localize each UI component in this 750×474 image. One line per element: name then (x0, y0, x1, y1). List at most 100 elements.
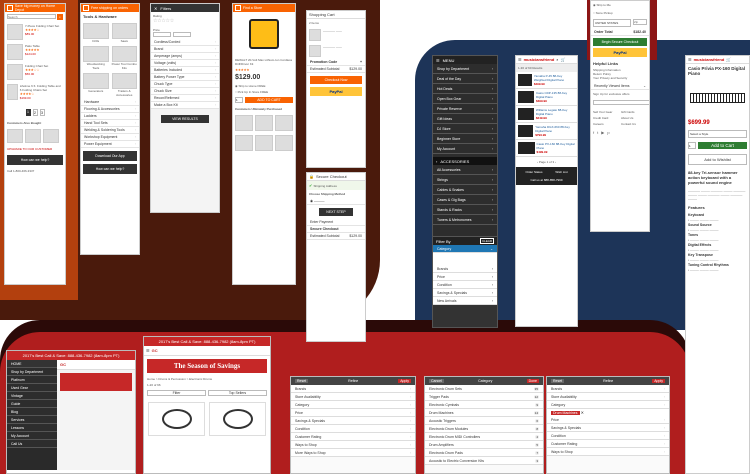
refine-item[interactable]: Customer Rating › (291, 433, 415, 441)
upgrade-link[interactable]: UPGRADE TO OUR CUSTOMER (5, 145, 65, 153)
store-option[interactable]: ○ Store Pickup (591, 9, 649, 17)
product-thumbnail[interactable] (235, 115, 253, 131)
download-app-button[interactable]: Download Our App (83, 151, 137, 161)
submenu-item[interactable]: Tuners & Metronomes › (433, 215, 497, 225)
menu-item[interactable]: Services (7, 416, 57, 424)
list-item[interactable]: Yamaha P-45 88-Key Weighted Digital Pian… (516, 72, 577, 89)
back-icon[interactable]: ‹ (436, 159, 437, 164)
reset-button[interactable]: Reset (295, 379, 309, 383)
filter-item[interactable]: Chuck Type › (151, 81, 219, 88)
quantity-field[interactable] (688, 142, 696, 149)
list-item[interactable]: Power Equipment › (81, 141, 139, 148)
promo-banner[interactable]: 2017's Best Call & Save: 888-436-7982 (8… (144, 337, 270, 346)
footer-link[interactable]: About Us (621, 116, 647, 120)
apply-button[interactable]: Apply (398, 379, 411, 383)
refine-item[interactable]: Ways to Shop › (291, 441, 415, 449)
footer-link[interactable]: Credit Card (593, 116, 619, 120)
menu-item[interactable]: Open Box Gear › (433, 94, 497, 104)
list-item[interactable]: Lifetime 6 ft. Folding Table and 6 Foldi… (7, 84, 63, 100)
category-item[interactable]: Acoustic to Electric Conversion Kits 3 (425, 457, 543, 465)
filter-item[interactable]: Category ⌄ (433, 245, 497, 253)
product-thumbnail[interactable] (255, 115, 273, 131)
category-item[interactable]: Drum Amplifiers 5 (425, 441, 543, 449)
prev-icon[interactable]: ‹ (537, 160, 538, 164)
call-text[interactable]: Call us at 888-858-7999 (519, 178, 574, 182)
item-title[interactable]: Casio PX-160 88-Key Digital Piano (537, 142, 575, 150)
product-thumbnail[interactable] (255, 135, 273, 151)
payment-section[interactable]: Enter Payment (307, 219, 365, 226)
menu-item[interactable]: My Account (7, 432, 57, 440)
search-icon[interactable]: ⌕ (556, 57, 558, 62)
menu-item[interactable]: Private Reserve › (433, 104, 497, 114)
ship-option[interactable]: ◉ Ship to Me (591, 1, 649, 9)
filter-item[interactable]: Make a Box Kit › (151, 102, 219, 109)
promo-banner[interactable]: 2017's Best Call & Save: 888-436-7982 (8… (7, 351, 135, 360)
item-title[interactable]: Casio CDP-135 88-Key Digital Piano (536, 91, 575, 99)
menu-icon[interactable]: ☰ (688, 57, 692, 62)
refine-item[interactable]: Category › (547, 401, 669, 409)
menu-item[interactable]: Guide (7, 400, 57, 408)
twitter-icon[interactable]: t (597, 130, 598, 135)
filter-item[interactable]: Chuck Size › (151, 88, 219, 95)
next-icon[interactable]: › (555, 160, 556, 164)
store-link[interactable]: Find a Store (243, 6, 262, 10)
category-item[interactable]: Electronic Drum MIDI Controllers 4 (425, 433, 543, 441)
menu-item[interactable]: Shop by Department › (433, 64, 497, 74)
add-to-cart-button[interactable]: ADD TO CART (245, 97, 293, 103)
refine-item[interactable]: Price › (291, 409, 415, 417)
list-item[interactable]: 7-Piece Folding Chair Set ★★★★☆ $89.00 (7, 24, 63, 40)
menu-item[interactable]: Gift Ideas › (433, 114, 497, 124)
item-title[interactable]: Lifetime 6 ft. Folding Table and 6 Foldi… (20, 84, 63, 92)
apply-button[interactable]: Apply (652, 379, 665, 383)
tile-drills[interactable]: Drills (83, 23, 109, 43)
style-select[interactable]: Select a Style (688, 130, 747, 138)
footer-link[interactable]: Careers (593, 122, 619, 126)
product-thumbnail[interactable] (25, 129, 41, 143)
checkout-button[interactable]: Begin Secure Checkout (593, 38, 647, 46)
product-thumbnail[interactable] (235, 135, 253, 151)
country-select[interactable]: UNITED STATES (593, 19, 631, 27)
list-item[interactable]: Patio Table ★★★★★ $124.00 (7, 44, 63, 60)
close-icon[interactable]: ✕ (581, 410, 584, 415)
footer-link[interactable]: Gift Cards (621, 110, 647, 114)
menu-item[interactable]: Deal of the Day › (433, 74, 497, 84)
filter-button[interactable]: Filter (147, 390, 206, 396)
rating-stars-filter[interactable]: ☆☆☆☆☆ (153, 18, 217, 24)
list-item[interactable]: Williams Legato 88-Key Digital Piano $249… (516, 106, 577, 123)
view-results-button[interactable]: VIEW RESULTS (161, 115, 209, 123)
product-thumbnail[interactable] (43, 129, 59, 143)
pinterest-icon[interactable]: p (607, 130, 609, 135)
gc-logo[interactable]: GC (57, 360, 135, 370)
close-icon[interactable]: ✕ (154, 6, 157, 11)
search-input[interactable] (7, 14, 56, 19)
category-item[interactable]: Electronic Cymbals 9 (425, 401, 543, 409)
add-to-wishlist-button[interactable]: Add to Wishlist (688, 154, 747, 165)
cancel-button[interactable]: Cancel (429, 379, 444, 383)
product-card[interactable] (148, 402, 205, 436)
refine-item[interactable]: Brands › (547, 385, 669, 393)
next-step-button[interactable]: NEXT STEP (319, 208, 353, 216)
submenu-item[interactable]: Strings › (433, 175, 497, 185)
list-item[interactable]: Casio PX-160 88-Key Digital Piano $499.99 (516, 140, 577, 157)
shipping-option[interactable]: ◉ ——— (307, 198, 365, 205)
submenu-item[interactable]: Cables & Snakes › (433, 185, 497, 195)
product-thumbnail[interactable] (275, 115, 293, 131)
tile-woodworking[interactable]: Woodworking Tools (83, 46, 109, 70)
footer-link[interactable]: Contact Us (621, 122, 647, 126)
category-item[interactable]: Electronic Drum Pads 7 (425, 449, 543, 457)
list-item[interactable]: Welding & Soldering Tools › (81, 127, 139, 134)
price-max-field[interactable] (173, 32, 191, 37)
gc-logo[interactable]: GC (152, 348, 158, 353)
category-item[interactable]: Acoustic Triggers 6 (425, 417, 543, 425)
cart-icon[interactable]: 🛒 (561, 57, 566, 62)
submenu-item[interactable]: All Accessories › (433, 165, 497, 175)
youtube-icon[interactable]: ▶ (601, 130, 604, 135)
menu-item[interactable]: Shop by Department (7, 368, 57, 376)
paypal-button[interactable]: PayPal (310, 87, 362, 96)
submenu-item[interactable]: Stands & Racks › (433, 205, 497, 215)
refine-item[interactable]: Savings & Specials › (547, 424, 669, 432)
page-button[interactable]: 2 (32, 109, 38, 116)
page-button[interactable]: 3 (39, 109, 45, 116)
list-item[interactable]: Hardware › (81, 99, 139, 106)
hero-banner[interactable] (60, 373, 132, 391)
